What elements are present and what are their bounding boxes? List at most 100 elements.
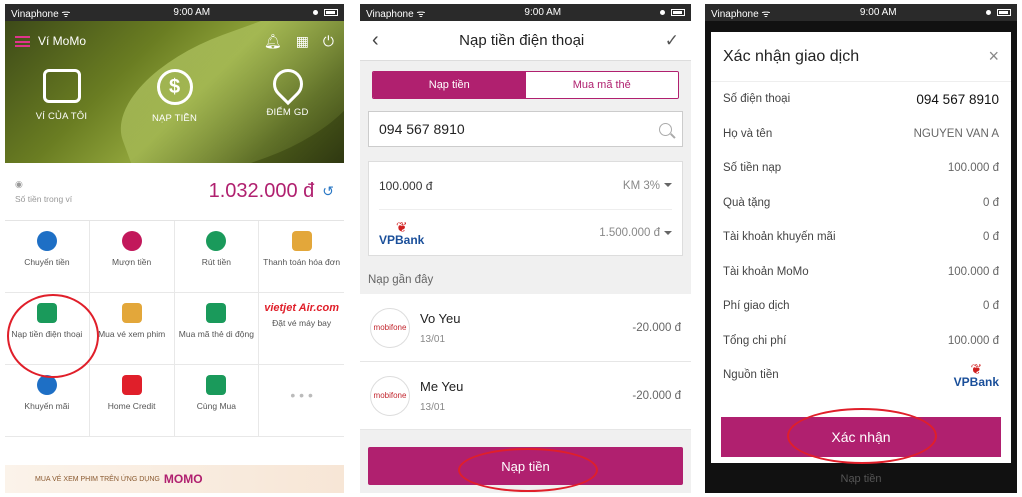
battery-icon xyxy=(659,9,685,16)
wallet-icon xyxy=(42,69,81,103)
contact-amount: -20.000 đ xyxy=(632,389,681,402)
promo-icon xyxy=(36,375,57,395)
service-label: Khuyến mãi xyxy=(24,401,70,411)
service-withdraw[interactable]: Rút tiền xyxy=(174,221,260,293)
service-grid: Chuyển tiền Mượn tiền Rút tiền Thanh toá… xyxy=(5,221,344,437)
promo-banner[interactable]: MUA VÉ XEM PHIM TRÊN ỨNG DỤNG MOMO xyxy=(5,465,344,493)
clock: 9:00 AM xyxy=(524,7,562,18)
carrier: Vinaphone ᯤ xyxy=(11,8,71,20)
map-pin-icon xyxy=(266,62,309,106)
row-value: 100.000 đ xyxy=(947,334,999,347)
amount-card: 100.000 đ KM 3% ❦ VPBank 1.500.000 đ xyxy=(368,161,683,256)
service-mobile-card[interactable]: Mua mã thẻ di động xyxy=(174,293,260,365)
service-transfer[interactable]: Chuyển tiền xyxy=(5,221,90,293)
status-bar: Vinaphone ᯤ 9:00 AM xyxy=(5,4,344,21)
row-value: 0 đ xyxy=(983,300,999,313)
row-fee: Phí giao dịch 0 đ xyxy=(723,289,999,324)
bank-name: VPBank xyxy=(953,375,999,390)
tab-buy-card[interactable]: Mua mã thẻ xyxy=(525,72,678,98)
borrow-icon xyxy=(121,231,142,251)
eye-icon[interactable]: ◉ xyxy=(15,179,72,190)
row-momo-account: Tài khoản MoMo 100.000 đ xyxy=(723,255,999,290)
dollar-icon: $ xyxy=(156,69,193,105)
more-icon[interactable]: • • • xyxy=(259,365,344,437)
nav-bar: ‹ Nạp tiền điện thoại ✓ xyxy=(360,21,691,61)
service-label: Home Credit xyxy=(107,401,156,411)
row-full-name: Họ và tên NGUYEN VAN A xyxy=(723,117,999,152)
status-bar: Vinaphone ᯤ 9:00 AM xyxy=(360,4,691,21)
row-value: 100.000 đ xyxy=(947,162,999,175)
dialog-title: Xác nhận giao dịch xyxy=(723,47,860,65)
bell-icon[interactable]: 🔔︎ xyxy=(264,33,282,50)
tile-label: VÍ CỦA TÔI xyxy=(35,111,88,122)
top-up-button[interactable]: Nạp tiền xyxy=(368,447,683,485)
vietjet-logo: vietjet Air.com xyxy=(264,302,340,314)
bank-name: VPBank xyxy=(379,233,425,247)
tile-label: ĐIỂM GD xyxy=(266,107,309,118)
cung-mua-icon xyxy=(206,375,227,395)
row-source: Nguồn tiền ❦ VPBank xyxy=(723,358,999,393)
service-label: Nạp tiền điện thoại xyxy=(11,329,83,339)
mobifone-logo: mobifone xyxy=(370,307,410,348)
service-promotions[interactable]: Khuyến mãi xyxy=(5,365,90,437)
back-chevron-icon[interactable]: ‹ xyxy=(372,29,379,52)
service-home-credit[interactable]: Home Credit xyxy=(89,365,175,437)
close-icon[interactable]: × xyxy=(988,46,999,67)
confirm-dialog: Xác nhận giao dịch × Số điện thoại 094 56… xyxy=(711,32,1011,463)
qr-code-icon[interactable]: ▦ xyxy=(296,33,309,50)
clock: 9:00 AM xyxy=(859,7,897,18)
tab-top-up[interactable]: Nạp tiền xyxy=(373,72,526,98)
page: Vinaphone ᯤ 9:00 AM Ví MoMo 🔔︎ ▦ ⏻ VÍ CỦ… xyxy=(0,0,1022,497)
row-label: Tổng chi phí xyxy=(723,334,787,347)
service-bill-pay[interactable]: Thanh toán hóa đơn xyxy=(259,221,344,293)
row-value: 100.000 đ xyxy=(947,265,999,278)
balance-label: Số tiền trong ví xyxy=(15,194,73,204)
withdraw-icon xyxy=(206,231,227,251)
service-label: Mượn tiền xyxy=(112,257,152,267)
tile-top-up[interactable]: $ NẠP TIỀN xyxy=(130,69,220,124)
list-item[interactable]: mobifone Vo Yeu 13/01 -20.000 đ xyxy=(360,294,691,362)
service-label: Mua mã thẻ di động xyxy=(178,329,254,339)
contact-name: Me Yeu xyxy=(420,378,464,394)
phone-icon xyxy=(36,303,57,323)
service-label: Rút tiền xyxy=(201,257,232,267)
tile-my-wallet[interactable]: VÍ CỦA TÔI xyxy=(17,69,107,124)
clock: 9:00 AM xyxy=(173,7,211,18)
tile-transaction-points[interactable]: ĐIỂM GD xyxy=(243,62,333,124)
list-item[interactable]: mobifone Me Yeu 13/01 -20.000 đ xyxy=(360,362,691,430)
row-top-up-amount: Số tiền nạp 100.000 đ xyxy=(723,151,999,186)
amount-value: 100.000 đ xyxy=(379,178,433,193)
amount-select[interactable]: 100.000 đ KM 3% xyxy=(379,162,672,209)
row-label: Số tiền nạp xyxy=(723,162,782,175)
power-icon[interactable]: ⏻ xyxy=(323,33,334,50)
service-label: Thanh toán hóa đơn xyxy=(263,257,341,267)
phone-number-input[interactable]: 094 567 8910 xyxy=(368,111,683,147)
row-label: Phí giao dịch xyxy=(723,300,790,313)
status-bar: Vinaphone ᯤ 9:00 AM xyxy=(705,4,1017,21)
mobifone-logo: mobifone xyxy=(370,375,410,416)
service-phone-top-up[interactable]: Nạp tiền điện thoại xyxy=(5,293,90,365)
service-label: Cùng Mua xyxy=(196,401,236,411)
confirm-button[interactable]: Xác nhận xyxy=(721,417,1001,457)
service-borrow[interactable]: Mượn tiền xyxy=(89,221,175,293)
search-icon[interactable] xyxy=(659,122,672,136)
chevron-down-icon xyxy=(664,183,672,188)
contact-date: 13/01 xyxy=(420,333,446,345)
menu-icon[interactable] xyxy=(15,35,30,47)
underlying-top-up-button: Nạp tiền xyxy=(840,473,882,485)
check-icon[interactable]: ✓ xyxy=(665,31,679,51)
vpbank-logo: ❦ VPBank xyxy=(379,219,425,247)
contact-amount: -20.000 đ xyxy=(632,321,681,334)
row-gift: Quà tặng 0 đ xyxy=(723,186,999,221)
phone-number-value: 094 567 8910 xyxy=(379,121,465,137)
service-movie-tickets[interactable]: Mua vé xem phim xyxy=(89,293,175,365)
row-total: Tổng chi phí 100.000 đ xyxy=(723,324,999,359)
row-label: Họ và tên xyxy=(723,127,773,140)
page-title: Nạp tiền điện thoại xyxy=(459,32,585,49)
history-icon[interactable]: ↺ xyxy=(322,183,334,200)
source-select[interactable]: ❦ VPBank 1.500.000 đ xyxy=(379,209,672,256)
service-flight[interactable]: vietjet Air.com Đặt vé máy bay xyxy=(259,293,344,365)
vpbank-logo: ❦ VPBank xyxy=(953,361,999,390)
service-group-buy[interactable]: Cùng Mua xyxy=(174,365,260,437)
app-bar: Ví MoMo 🔔︎ ▦ ⏻ xyxy=(5,21,344,61)
